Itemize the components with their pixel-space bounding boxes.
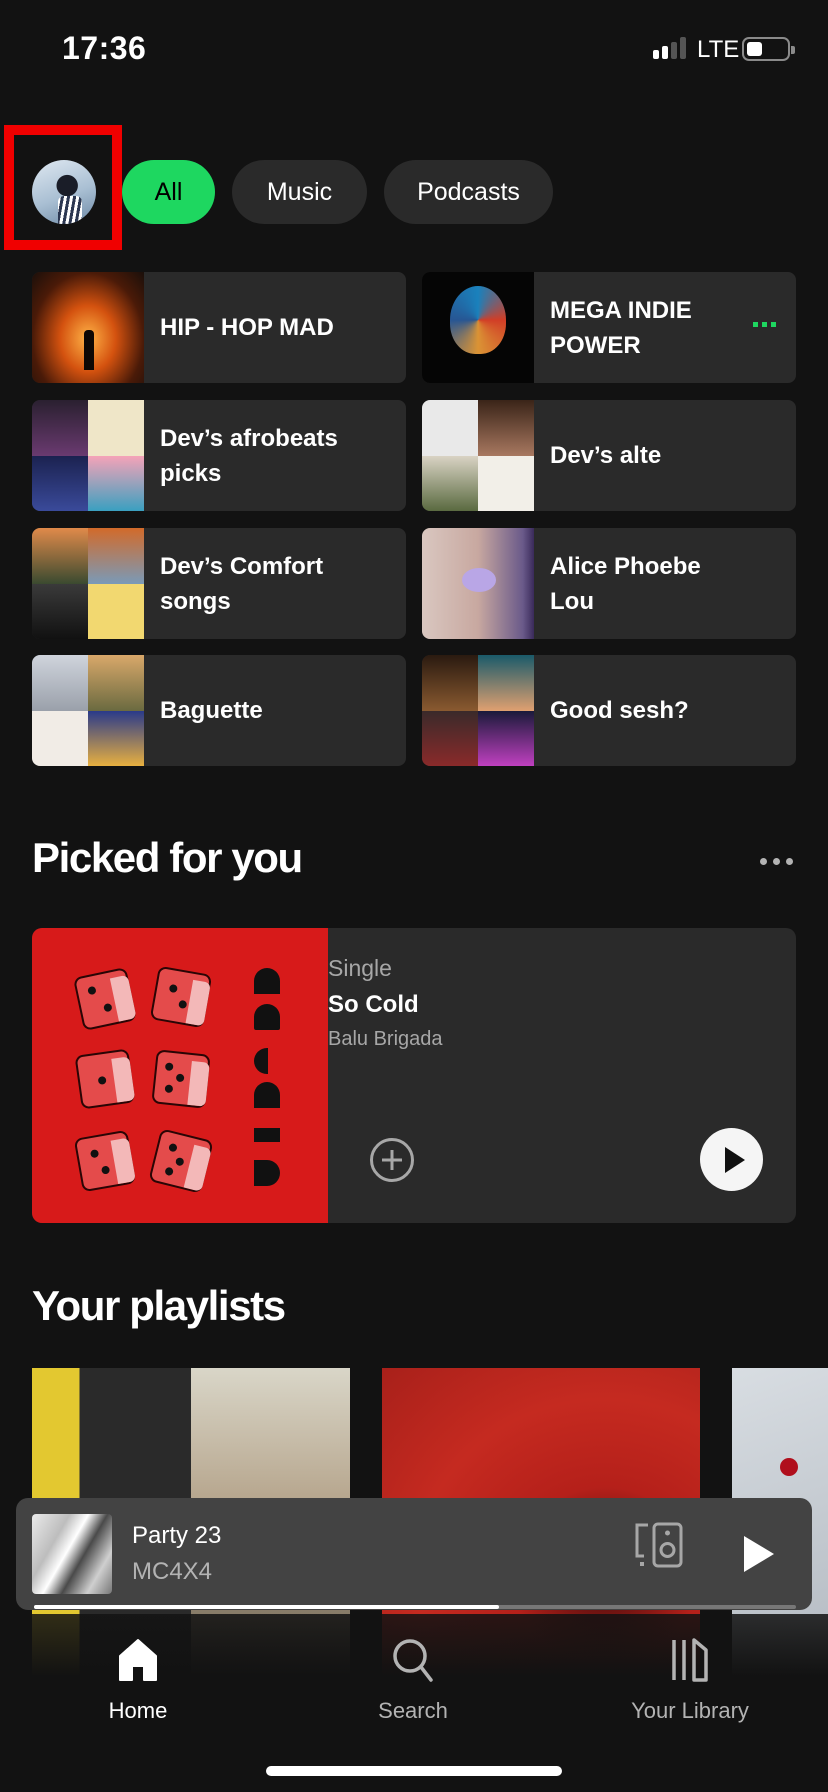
- filter-chip-label: Music: [266, 177, 333, 206]
- quick-access-card[interactable]: MEGA INDIE POWER: [422, 272, 796, 383]
- release-type: Single: [328, 955, 392, 981]
- nav-tab-your-library[interactable]: Your Library: [600, 1636, 780, 1736]
- nav-label: Your Library: [631, 1698, 749, 1723]
- add-to-library-icon[interactable]: [370, 1138, 414, 1182]
- playlist-cover: [32, 528, 144, 639]
- quick-access-title: Good sesh?: [550, 697, 689, 724]
- quick-access-title: Alice Phoebe Lou: [550, 552, 701, 615]
- quick-access-card[interactable]: Alice Phoebe Lou: [422, 528, 796, 639]
- library-icon: [672, 1638, 708, 1682]
- status-time: 17:36: [62, 30, 147, 66]
- quick-access-card[interactable]: Dev’s alte: [422, 400, 796, 511]
- home-indicator: [266, 1766, 562, 1776]
- playlist-cover: [32, 655, 144, 766]
- mini-player[interactable]: Party 23 MC4X4: [16, 1498, 812, 1610]
- quick-access-card[interactable]: HIP - HOP MAD: [32, 272, 406, 383]
- more-options-icon[interactable]: [760, 858, 793, 865]
- nav-label: Home: [108, 1698, 168, 1723]
- now-playing-artist: MC4X4: [132, 1558, 213, 1585]
- now-playing-cover: [32, 1514, 112, 1594]
- quick-access-title: Baguette: [160, 697, 263, 724]
- quick-access-card[interactable]: Dev’s Comfort songs: [32, 528, 406, 639]
- playlist-cover: [422, 655, 534, 766]
- quick-access-card[interactable]: Dev’s afrobeats picks: [32, 400, 406, 511]
- section-title-picked-for-you: Picked for you: [32, 834, 303, 881]
- mini-player-play-button[interactable]: [744, 1536, 774, 1572]
- filter-chip-podcasts[interactable]: Podcasts: [384, 160, 553, 224]
- playlist-cover: [422, 400, 534, 511]
- network-type: LTE: [697, 36, 740, 63]
- profile-avatar[interactable]: [32, 160, 96, 224]
- battery-icon: [742, 37, 795, 61]
- search-icon: [393, 1639, 433, 1682]
- filter-chip-label: Podcasts: [417, 177, 520, 206]
- filter-chip-all[interactable]: All: [122, 160, 215, 224]
- quick-access-title: HIP - HOP MAD: [160, 314, 334, 341]
- quick-access-title: Dev’s alte: [550, 442, 662, 469]
- now-playing-icon: [753, 322, 776, 327]
- picked-release-card[interactable]: [32, 928, 796, 1223]
- artist-cover: [422, 528, 534, 639]
- home-icon: [119, 1639, 157, 1681]
- filter-chip-label: All: [154, 177, 183, 206]
- playback-progress-bar[interactable]: [34, 1605, 796, 1609]
- now-playing-title: Party 23: [132, 1522, 222, 1549]
- signal-strength-icon: [653, 37, 689, 59]
- quick-access-title: Dev’s afrobeats picks: [160, 424, 338, 487]
- release-title: So Cold: [328, 991, 419, 1018]
- quick-access-card[interactable]: Baguette: [32, 655, 406, 766]
- quick-access-title: Dev’s Comfort songs: [160, 552, 324, 615]
- nav-tab-search[interactable]: Search: [323, 1636, 503, 1736]
- playlist-cover: [32, 400, 144, 511]
- connect-devices-icon[interactable]: [634, 1522, 684, 1568]
- play-button[interactable]: [700, 1128, 763, 1191]
- playlist-cover: [422, 272, 534, 383]
- filter-chip-music[interactable]: Music: [232, 160, 367, 224]
- quick-access-title: MEGA INDIE POWER: [550, 296, 692, 359]
- release-cover-art: [32, 928, 328, 1223]
- quick-access-card[interactable]: Good sesh?: [422, 655, 796, 766]
- playlist-cover: [32, 272, 144, 383]
- nav-tab-home[interactable]: Home: [48, 1636, 228, 1736]
- section-title-your-playlists: Your playlists: [32, 1282, 286, 1329]
- release-artist: Balu Brigada: [328, 1028, 443, 1050]
- nav-label: Search: [378, 1698, 448, 1723]
